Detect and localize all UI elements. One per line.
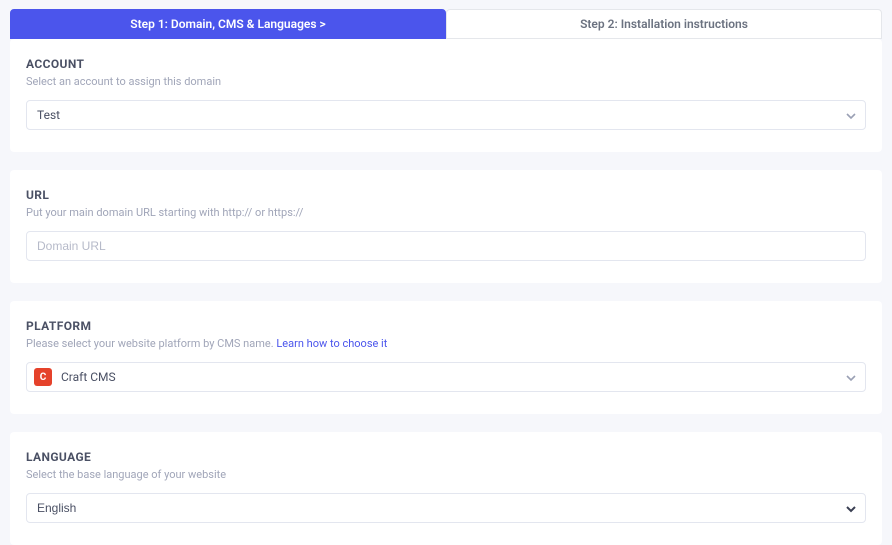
domain-url-input[interactable] bbox=[26, 231, 866, 261]
platform-desc-text: Please select your website platform by C… bbox=[26, 337, 276, 350]
platform-card: PLATFORM Please select your website plat… bbox=[10, 301, 882, 414]
account-select[interactable]: Test bbox=[26, 100, 866, 130]
language-card: LANGUAGE Select the base language of you… bbox=[10, 432, 882, 545]
url-desc: Put your main domain URL starting with h… bbox=[26, 206, 866, 219]
platform-desc: Please select your website platform by C… bbox=[26, 337, 866, 350]
platform-select[interactable]: C Craft CMS bbox=[26, 362, 866, 392]
url-title: URL bbox=[26, 188, 866, 202]
craft-cms-icon: C bbox=[34, 368, 52, 386]
step-tabs: Step 1: Domain, CMS & Languages > Step 2… bbox=[0, 0, 892, 39]
language-select-wrap: English bbox=[26, 493, 866, 523]
tab-step-2[interactable]: Step 2: Installation instructions bbox=[446, 9, 882, 39]
language-title: LANGUAGE bbox=[26, 450, 866, 464]
url-card: URL Put your main domain URL starting wi… bbox=[10, 170, 882, 283]
platform-select-value: Craft CMS bbox=[61, 370, 116, 384]
account-title: ACCOUNT bbox=[26, 57, 866, 71]
language-desc: Select the base language of your website bbox=[26, 468, 866, 481]
platform-title: PLATFORM bbox=[26, 319, 866, 333]
account-select-value: Test bbox=[37, 108, 60, 122]
account-card: ACCOUNT Select an account to assign this… bbox=[10, 39, 882, 152]
platform-learn-link[interactable]: Learn how to choose it bbox=[276, 337, 387, 350]
language-select[interactable]: English bbox=[26, 493, 866, 523]
tab-step-1[interactable]: Step 1: Domain, CMS & Languages > bbox=[10, 9, 446, 39]
account-desc: Select an account to assign this domain bbox=[26, 75, 866, 88]
